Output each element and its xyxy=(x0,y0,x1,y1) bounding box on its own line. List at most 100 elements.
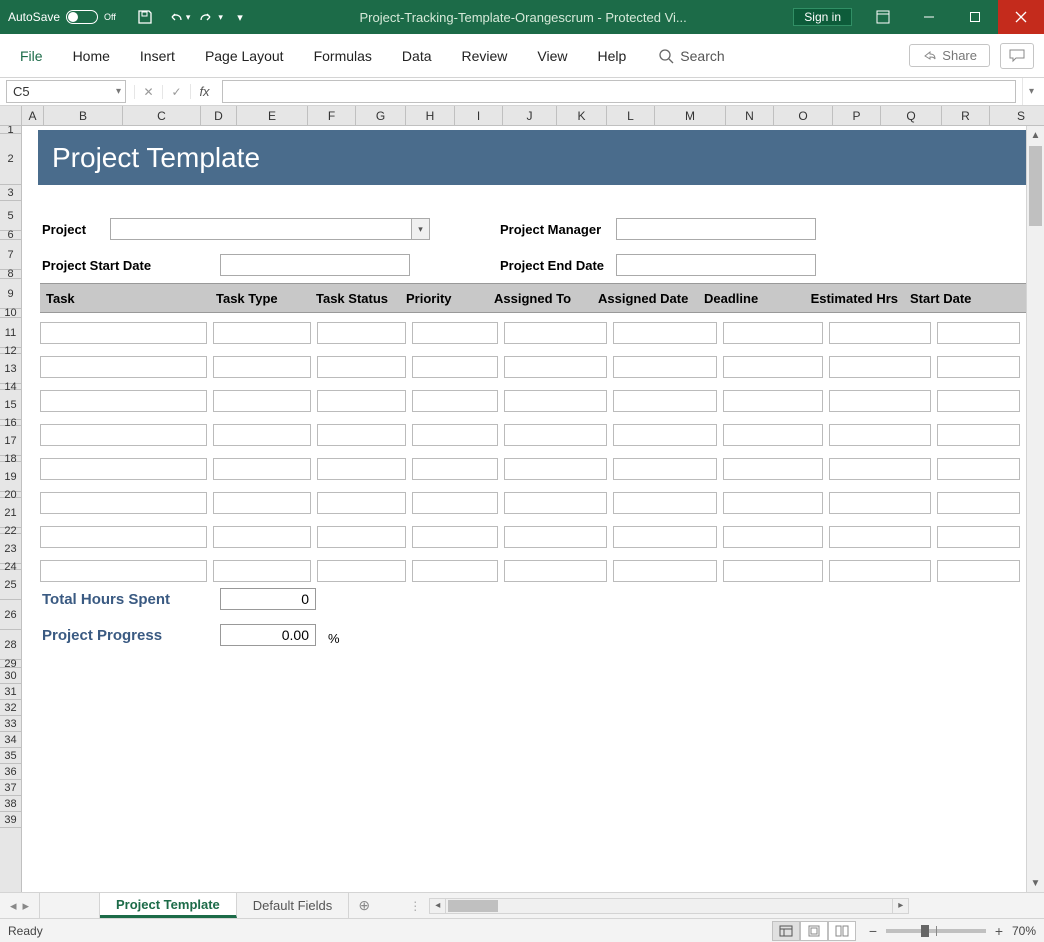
table-cell[interactable] xyxy=(504,390,606,412)
table-cell[interactable] xyxy=(40,560,207,582)
table-cell[interactable] xyxy=(723,492,823,514)
tell-me-search[interactable]: Search xyxy=(658,48,724,64)
column-header[interactable]: K xyxy=(557,106,607,125)
table-cell[interactable] xyxy=(213,560,311,582)
table-cell[interactable] xyxy=(829,458,931,480)
autosave-toggle[interactable] xyxy=(66,10,98,24)
project-manager-field[interactable] xyxy=(616,218,816,240)
table-cell[interactable] xyxy=(937,424,1020,446)
sheet-tab-nav[interactable]: ◂ ▸ xyxy=(0,893,40,918)
scroll-thumb[interactable] xyxy=(1029,146,1042,226)
column-header[interactable]: N xyxy=(726,106,774,125)
table-cell[interactable] xyxy=(40,526,207,548)
row-header[interactable]: 13 xyxy=(0,354,21,384)
row-header[interactable]: 26 xyxy=(0,600,21,630)
insert-function-button[interactable]: fx xyxy=(190,84,218,99)
table-cell[interactable] xyxy=(213,492,311,514)
table-cell[interactable] xyxy=(504,322,606,344)
scroll-thumb[interactable] xyxy=(448,900,498,912)
view-page-layout-button[interactable] xyxy=(800,921,828,941)
table-cell[interactable] xyxy=(723,424,823,446)
table-cell[interactable] xyxy=(317,458,406,480)
chevron-down-icon[interactable]: ▾ xyxy=(116,86,121,97)
column-header[interactable]: P xyxy=(833,106,881,125)
row-header[interactable]: 19 xyxy=(0,462,21,492)
scroll-up-arrow[interactable]: ▲ xyxy=(1027,126,1044,144)
row-header[interactable]: 23 xyxy=(0,534,21,564)
table-cell[interactable] xyxy=(937,526,1020,548)
ribbon-tab-formulas[interactable]: Formulas xyxy=(300,42,386,70)
column-header[interactable]: R xyxy=(942,106,990,125)
select-all-corner[interactable] xyxy=(0,106,22,126)
table-cell[interactable] xyxy=(317,356,406,378)
close-button[interactable] xyxy=(998,0,1044,34)
table-cell[interactable] xyxy=(937,560,1020,582)
cancel-formula-button[interactable]: ✕ xyxy=(134,85,162,99)
column-header[interactable]: E xyxy=(237,106,308,125)
table-cell[interactable] xyxy=(317,424,406,446)
table-cell[interactable] xyxy=(40,424,207,446)
zoom-slider[interactable] xyxy=(886,929,986,933)
table-cell[interactable] xyxy=(829,356,931,378)
table-cell[interactable] xyxy=(40,492,207,514)
table-cell[interactable] xyxy=(412,458,499,480)
table-cell[interactable] xyxy=(613,390,717,412)
table-cell[interactable] xyxy=(613,322,717,344)
qat-customize-icon[interactable]: ▾ xyxy=(227,4,253,30)
row-header[interactable]: 7 xyxy=(0,240,21,270)
view-normal-button[interactable] xyxy=(772,921,800,941)
table-cell[interactable] xyxy=(937,390,1020,412)
column-header[interactable]: Q xyxy=(881,106,942,125)
ribbon-tab-help[interactable]: Help xyxy=(584,42,641,70)
table-cell[interactable] xyxy=(829,560,931,582)
table-cell[interactable] xyxy=(412,492,499,514)
table-cell[interactable] xyxy=(213,390,311,412)
sheet-tab-default-fields[interactable]: Default Fields xyxy=(237,893,349,918)
ribbon-tab-view[interactable]: View xyxy=(523,42,581,70)
minimize-button[interactable] xyxy=(906,0,952,34)
table-cell[interactable] xyxy=(829,526,931,548)
column-header[interactable]: F xyxy=(308,106,356,125)
table-cell[interactable] xyxy=(723,560,823,582)
column-headers[interactable]: ABCDEFGHIJKLMNOPQRST xyxy=(22,106,1026,126)
ribbon-tab-page-layout[interactable]: Page Layout xyxy=(191,42,298,70)
table-cell[interactable] xyxy=(723,322,823,344)
ribbon-display-options[interactable] xyxy=(860,0,906,34)
chevron-down-icon[interactable]: ▾ xyxy=(218,12,223,23)
table-cell[interactable] xyxy=(504,356,606,378)
table-cell[interactable] xyxy=(723,390,823,412)
table-cell[interactable] xyxy=(723,526,823,548)
row-header[interactable]: 17 xyxy=(0,426,21,456)
name-box[interactable]: C5 ▾ xyxy=(6,80,126,103)
column-header[interactable]: D xyxy=(201,106,237,125)
table-cell[interactable] xyxy=(723,356,823,378)
table-cell[interactable] xyxy=(317,492,406,514)
table-cell[interactable] xyxy=(412,526,499,548)
chevron-down-icon[interactable]: ▾ xyxy=(411,219,429,239)
table-cell[interactable] xyxy=(213,458,311,480)
column-header[interactable]: G xyxy=(356,106,406,125)
vertical-scrollbar[interactable]: ▲ ▼ xyxy=(1026,126,1044,892)
row-header[interactable]: 39 xyxy=(0,812,21,828)
view-page-break-button[interactable] xyxy=(828,921,856,941)
table-cell[interactable] xyxy=(937,458,1020,480)
share-button[interactable]: Share xyxy=(909,44,990,67)
table-cell[interactable] xyxy=(829,424,931,446)
table-cell[interactable] xyxy=(40,322,207,344)
formula-input[interactable] xyxy=(222,80,1016,103)
table-cell[interactable] xyxy=(412,560,499,582)
table-cell[interactable] xyxy=(412,322,499,344)
project-progress-value[interactable]: 0.00 xyxy=(220,624,316,646)
tab-split-grip[interactable]: ⋮ xyxy=(409,899,421,913)
row-header[interactable]: 30 xyxy=(0,668,21,684)
table-cell[interactable] xyxy=(829,390,931,412)
table-cell[interactable] xyxy=(613,458,717,480)
new-sheet-button[interactable]: ⊕ xyxy=(349,893,379,918)
row-header[interactable]: 10 xyxy=(0,309,21,318)
sheet-tab-project-template[interactable]: Project Template xyxy=(100,893,237,918)
table-cell[interactable] xyxy=(504,458,606,480)
enter-formula-button[interactable]: ✓ xyxy=(162,85,190,99)
table-cell[interactable] xyxy=(504,424,606,446)
expand-formula-bar[interactable]: ▾ xyxy=(1022,78,1040,105)
scroll-left-arrow[interactable]: ◂ xyxy=(430,899,446,913)
